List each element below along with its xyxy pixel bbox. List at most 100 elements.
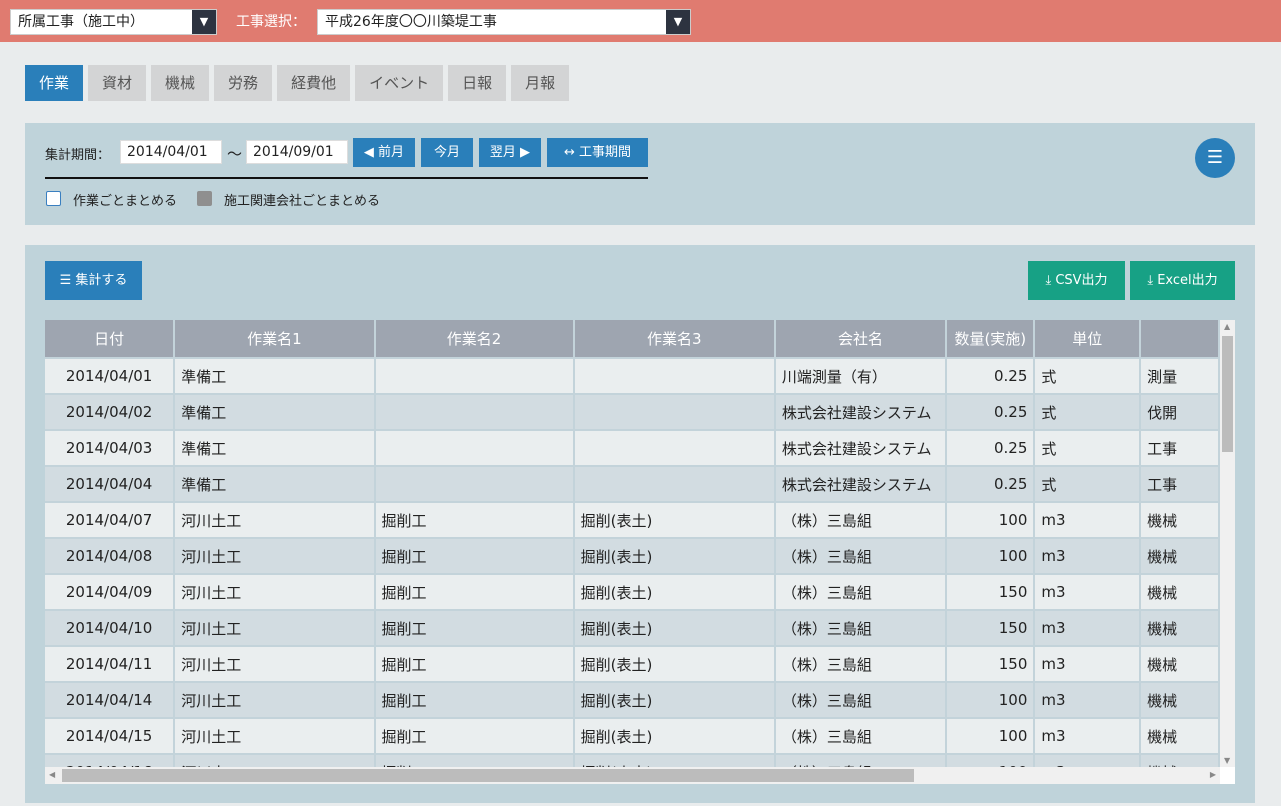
table-cell: 準備工 xyxy=(175,359,374,393)
horizontal-scrollbar[interactable]: ◀ ▶ xyxy=(45,767,1220,784)
table-cell: 工事 xyxy=(1141,431,1218,465)
horizontal-scroll-thumb[interactable] xyxy=(62,769,914,782)
group-by-company-checkbox[interactable] xyxy=(197,191,212,206)
table-row[interactable]: 2014/04/09 河川土工 掘削工 掘削(表土) （株）三島組 150 m3 機械 xyxy=(45,575,1218,609)
table-cell: 掘削(表土) xyxy=(574,575,774,609)
chevron-down-icon[interactable]: ▼ xyxy=(192,10,216,34)
table-cell: 工事 xyxy=(1141,467,1218,501)
table-cell: m3 xyxy=(1035,683,1140,717)
tab-2[interactable]: 機械 xyxy=(151,65,210,101)
results-panel: ☰ 集計する ⤓ CSV出力 ⤓ Excel出力 日付 作業名1 作業名2 作業名3 会… xyxy=(25,245,1255,803)
table-cell: 0.25 xyxy=(947,431,1034,465)
table-cell: 機械 xyxy=(1141,575,1218,609)
table-cell: 掘削(表土) xyxy=(574,755,774,767)
table-row[interactable]: 2014/04/04 準備工 株式会社建設システム 0.25 式工事 xyxy=(45,467,1218,501)
table-cell: 2014/04/02 xyxy=(45,395,174,429)
project-filter-select[interactable]: 所属工事（施工中） ▼ xyxy=(10,9,217,35)
table-cell: 150 xyxy=(947,575,1034,609)
results-table: 日付 作業名1 作業名2 作業名3 会社名 数量(実施) 単位 2014/04/01 準備工川… xyxy=(45,320,1220,767)
table-row[interactable]: 2014/04/10 河川土工 掘削工 掘削(表土) （株）三島組 150 m3 機械 xyxy=(45,611,1218,645)
table-cell: 掘削工 xyxy=(375,755,573,767)
column-header[interactable]: 数量(実施) xyxy=(947,320,1034,357)
vertical-scrollbar[interactable]: ▲ ▼ xyxy=(1220,320,1235,767)
tab-bar: 作業 資材 機械 労務 経費他 イベント 日報 月報 xyxy=(25,65,570,101)
prev-month-button[interactable]: ◀ 前月 xyxy=(353,138,415,167)
table-cell: 2014/04/09 xyxy=(45,575,174,609)
project-select[interactable]: 平成26年度〇〇川築堤工事 ▼ xyxy=(317,9,691,35)
table-row[interactable]: 2014/04/03 準備工 株式会社建設システム 0.25 式工事 xyxy=(45,431,1218,465)
this-month-button[interactable]: 今月 xyxy=(421,138,473,167)
tab-6[interactable]: 日報 xyxy=(448,65,507,101)
tab-1[interactable]: 資材 xyxy=(88,65,147,101)
table-cell: 機械 xyxy=(1141,647,1218,681)
column-header[interactable]: 単位 xyxy=(1035,320,1140,357)
vertical-scroll-thumb[interactable] xyxy=(1222,336,1233,452)
date-to-input[interactable]: 2014/09/01 xyxy=(246,140,348,164)
table-cell: 掘削工 xyxy=(375,575,573,609)
table-cell: 0.25 xyxy=(947,395,1034,429)
table-cell: m3 xyxy=(1035,755,1140,767)
next-month-button[interactable]: 翌月 ▶ xyxy=(479,138,541,167)
table-cell: 式 xyxy=(1035,431,1140,465)
excel-export-button[interactable]: ⤓ Excel出力 xyxy=(1130,261,1235,300)
table-cell: 2014/04/15 xyxy=(45,719,174,753)
table-cell: 株式会社建設システム xyxy=(775,431,946,465)
table-cell: （株）三島組 xyxy=(775,575,946,609)
table-row[interactable]: 2014/04/14 河川土工 掘削工 掘削(表土) （株）三島組 100 m3 機械 xyxy=(45,683,1218,717)
group-by-work-checkbox[interactable] xyxy=(46,191,61,206)
table-cell: （株）三島組 xyxy=(775,539,946,573)
table-row[interactable]: 2014/04/01 準備工 川端測量（有） 0.25 式測量 xyxy=(45,359,1218,393)
excel-label: Excel出力 xyxy=(1157,273,1218,288)
tab-3[interactable]: 労務 xyxy=(214,65,273,101)
table-cell: 準備工 xyxy=(175,467,374,501)
table-cell: 100 xyxy=(947,503,1034,537)
table-cell: 2014/04/10 xyxy=(45,611,174,645)
table-row[interactable]: 2014/04/08 河川土工 掘削工 掘削(表土) （株）三島組 100 m3 機械 xyxy=(45,539,1218,573)
table-cell: 2014/04/11 xyxy=(45,647,174,681)
tab-7[interactable]: 月報 xyxy=(511,65,570,101)
table-row[interactable]: 2014/04/15 河川土工 掘削工 掘削(表土) （株）三島組 100 m3 機械 xyxy=(45,719,1218,753)
table-cell: 式 xyxy=(1035,359,1140,393)
table-cell: 2014/04/07 xyxy=(45,503,174,537)
table-cell xyxy=(574,395,774,429)
table-cell: m3 xyxy=(1035,719,1140,753)
table-cell: 機械 xyxy=(1141,755,1218,767)
table-cell: 機械 xyxy=(1141,719,1218,753)
table-cell: 河川土工 xyxy=(175,503,374,537)
table-row[interactable]: 2014/04/11 河川土工 掘削工 掘削(表土) （株）三島組 150 m3 機械 xyxy=(45,647,1218,681)
column-header[interactable] xyxy=(1141,320,1218,357)
table-cell: m3 xyxy=(1035,647,1140,681)
column-header[interactable]: 作業名1 xyxy=(175,320,374,357)
column-header[interactable]: 会社名 xyxy=(775,320,946,357)
table-cell: 150 xyxy=(947,647,1034,681)
table-cell: m3 xyxy=(1035,611,1140,645)
list-menu-button[interactable]: ☰ xyxy=(1195,138,1235,178)
project-filter-value: 所属工事（施工中） xyxy=(18,14,144,30)
group-by-company-label: 施工関連会社ごとまとめる xyxy=(224,194,381,209)
column-header[interactable]: 作業名2 xyxy=(375,320,573,357)
table-cell: 2014/04/04 xyxy=(45,467,174,501)
table-cell xyxy=(375,431,573,465)
date-from-input[interactable]: 2014/04/01 xyxy=(120,140,222,164)
table-cell: 掘削(表土) xyxy=(574,611,774,645)
aggregate-button[interactable]: ☰ 集計する xyxy=(45,261,142,300)
table-row[interactable]: 2014/04/02 準備工 株式会社建設システム 0.25 式伐開 xyxy=(45,395,1218,429)
table-cell: 河川土工 xyxy=(175,683,374,717)
column-header[interactable]: 作業名3 xyxy=(574,320,774,357)
filter-panel: 集計期間： 2014/04/01 ～ 2014/09/01 ◀ 前月 今月 翌月… xyxy=(25,123,1255,225)
aggregate-label: 集計する xyxy=(75,273,128,288)
table-row[interactable]: 2014/04/16河川土工掘削工掘削(表土)（株）三島組100m3機械 xyxy=(45,755,1218,767)
tab-0[interactable]: 作業 xyxy=(25,65,84,101)
table-cell: 掘削工 xyxy=(375,503,573,537)
chevron-down-icon[interactable]: ▼ xyxy=(666,10,690,34)
csv-export-button[interactable]: ⤓ CSV出力 xyxy=(1028,261,1125,300)
tab-5[interactable]: イベント xyxy=(355,65,444,101)
table-row[interactable]: 2014/04/07 河川土工 掘削工 掘削(表土) （株）三島組 100 m3 機械 xyxy=(45,503,1218,537)
table-cell: m3 xyxy=(1035,503,1140,537)
download-icon: ⤓ xyxy=(1147,273,1158,288)
tab-4[interactable]: 経費他 xyxy=(277,65,351,101)
table-cell: 2014/04/14 xyxy=(45,683,174,717)
project-period-button[interactable]: ↔ 工事期間 xyxy=(547,138,648,167)
table-cell: 掘削(表土) xyxy=(574,683,774,717)
column-header[interactable]: 日付 xyxy=(45,320,174,357)
